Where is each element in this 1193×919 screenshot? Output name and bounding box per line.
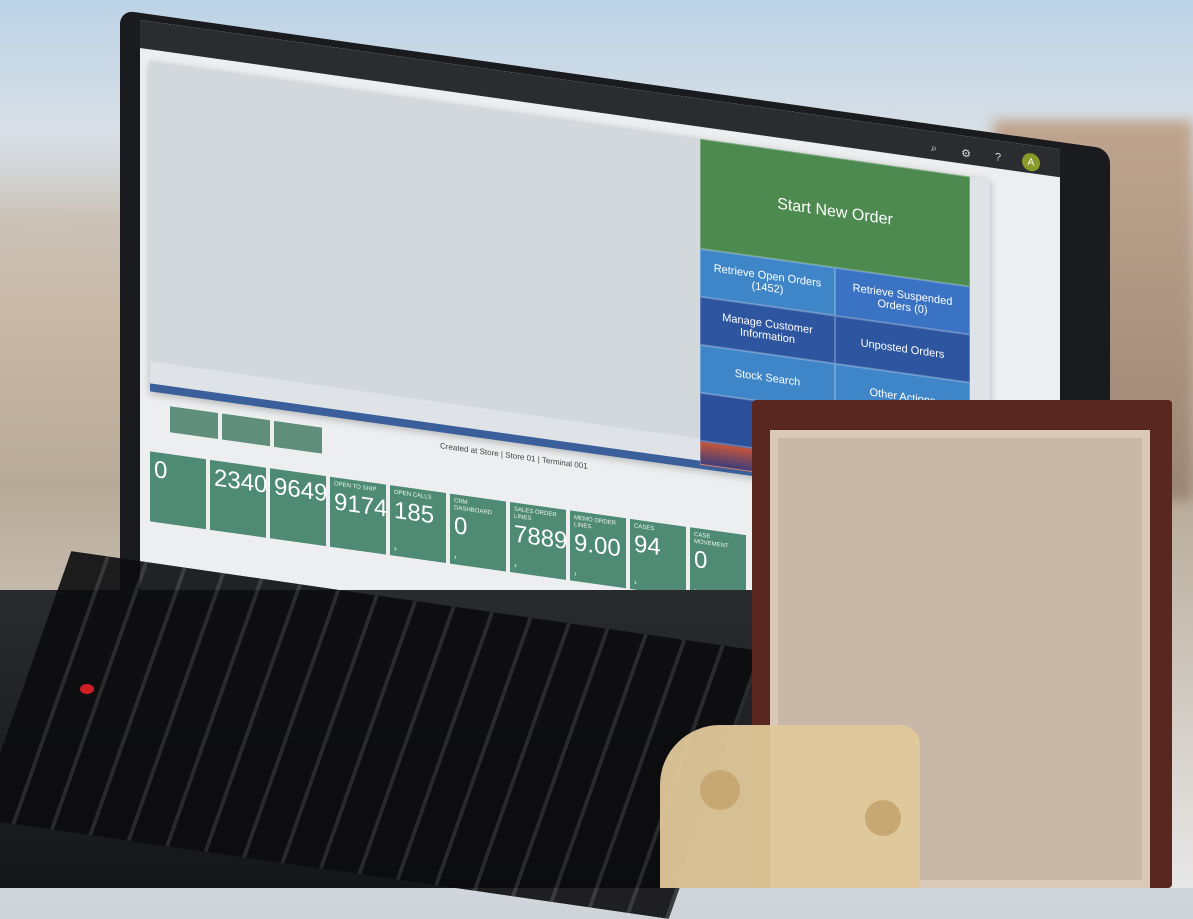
tile-arrow-icon: › <box>574 568 577 579</box>
stand-knob <box>700 770 740 810</box>
small-tile-row <box>170 406 322 454</box>
tile-arrow-icon: › <box>514 560 517 570</box>
tile-value: 0 <box>154 455 168 485</box>
tile-arrow-icon: › <box>634 577 637 587</box>
dashboard-tile[interactable]: OPEN TO SHIP 9174 <box>330 476 388 555</box>
tile-value: 9649 <box>274 472 328 508</box>
gear-icon[interactable]: ⚙ <box>958 144 974 162</box>
tile-value: 185 <box>394 496 435 530</box>
trackpoint-nub <box>80 684 94 694</box>
tile-value: 0 <box>454 512 468 542</box>
dashboard-tile[interactable]: 9649 <box>270 468 328 547</box>
small-tile[interactable] <box>170 406 218 439</box>
tile-value: 23405 <box>214 464 281 501</box>
dashboard-tile[interactable]: CRM DASHBOARD 0 › <box>450 493 506 572</box>
search-icon[interactable]: ⌕ <box>926 139 942 157</box>
tile-value: 9.00 <box>574 528 621 563</box>
dashboard-tile[interactable]: MEMO ORDER LINES 9.00 › <box>570 510 626 589</box>
tile-value: 7889 <box>514 520 568 556</box>
tile-value: 9174 <box>334 488 388 523</box>
tile-value: 94 <box>634 530 661 562</box>
avatar[interactable]: A <box>1022 151 1040 173</box>
dashboard-tile[interactable]: 0 <box>150 451 206 530</box>
dashboard-tile[interactable]: CASES 94 › <box>630 518 686 597</box>
tile-arrow-icon: › <box>394 543 397 554</box>
dashboard-tile[interactable]: OPEN CALLS 185 › <box>390 485 446 564</box>
small-tile[interactable] <box>274 420 322 454</box>
dashboard-tile[interactable]: 23405 <box>210 459 281 538</box>
stand-knob <box>865 800 901 836</box>
tile-value: 0 <box>694 545 708 575</box>
small-tile[interactable] <box>222 413 270 447</box>
help-icon[interactable]: ? <box>990 148 1006 166</box>
tile-arrow-icon: › <box>454 552 457 562</box>
dashboard-tile[interactable]: SALES ORDER LINES 7889 › <box>510 502 568 580</box>
modal-content-area <box>150 61 710 441</box>
